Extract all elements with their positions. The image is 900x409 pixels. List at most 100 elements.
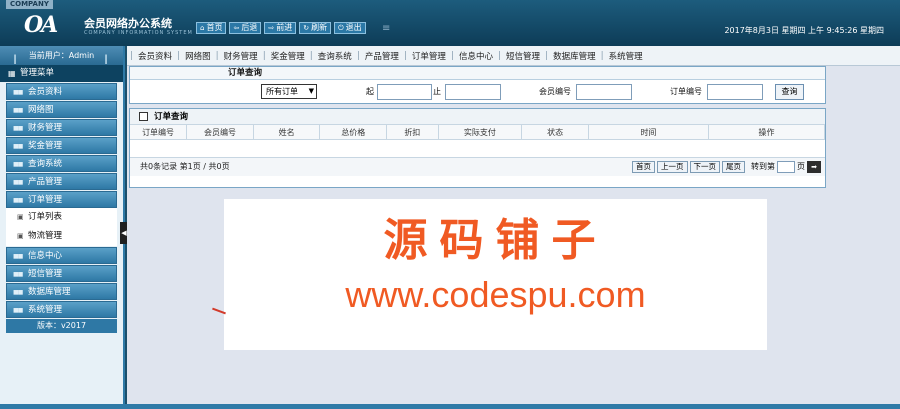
- tab-item[interactable]: 查询系统: [314, 50, 356, 62]
- goto-suffix: 页: [797, 162, 805, 171]
- order-list-panel: 订单查询 订单编号 会员编号 姓名 总价格 折扣 实际支付 状态 时间 操作 共0条记录 第1页…: [129, 108, 826, 188]
- sidebar-item-system[interactable]: ■■ 系统管理: [6, 301, 117, 318]
- tab-item[interactable]: 订单管理: [408, 50, 450, 62]
- sidebar-item-query[interactable]: ■■ 查询系统: [6, 155, 117, 172]
- tab-separator: |: [450, 50, 454, 61]
- column-header[interactable]: 会员编号: [187, 125, 254, 139]
- goto-prefix: 转到第: [751, 162, 775, 171]
- column-header[interactable]: 折扣: [387, 125, 439, 139]
- tab-item[interactable]: 产品管理: [361, 50, 403, 62]
- top-toolbar: ⌂ 首页 ⇦ 后退 ⇨ 前进 ↻ 刷新 ⏻ 退出: [196, 22, 366, 34]
- prev-page-button[interactable]: 上一页: [657, 161, 688, 173]
- sidebar-item-orders[interactable]: ■■ 订单管理: [6, 191, 117, 208]
- date-to-input[interactable]: [445, 84, 501, 100]
- home-button-label: 首页: [206, 23, 223, 32]
- menu-toggle-icon[interactable]: ≡: [382, 23, 390, 34]
- chevron-down-icon: ▼: [308, 87, 314, 95]
- tab-separator: |: [177, 50, 181, 61]
- tab-separator: |: [545, 50, 549, 61]
- sidebar-item-sms[interactable]: ■■ 短信管理: [6, 265, 117, 282]
- sidebar-sub-items: ▣ 订单列表 ▣ 物流管理: [0, 208, 123, 246]
- menu-item-icon: ■■: [13, 307, 23, 314]
- column-header[interactable]: 操作: [709, 125, 826, 139]
- sidebar-item-database[interactable]: ■■ 数据库管理: [6, 283, 117, 300]
- order-id-label: 订单编号: [670, 87, 702, 96]
- tab-item[interactable]: 会员资料: [134, 50, 176, 62]
- menu-header: ▦ 管理菜单: [0, 65, 123, 82]
- sidebar-groups-bottom: ■■ 信息中心 ■■ 短信管理 ■■ 数据库管理 ■■ 系统管理: [0, 247, 123, 318]
- order-list-title: 订单查询: [154, 112, 189, 122]
- tab-item[interactable]: 短信管理: [502, 50, 544, 62]
- order-id-input[interactable]: [707, 84, 763, 100]
- menu-item-icon: ■■: [13, 271, 23, 278]
- sidebar-item-label: 奖金管理: [28, 141, 63, 151]
- record-info: 共0条记录 第1页 / 共0页: [140, 162, 230, 171]
- sidebar-item-bonus[interactable]: ■■ 奖金管理: [6, 137, 117, 154]
- menu-item-icon: ■■: [13, 161, 23, 168]
- search-panel-title: 订单查询: [130, 67, 825, 80]
- goto-page-input[interactable]: [777, 161, 795, 173]
- tab-separator: |: [403, 50, 407, 61]
- column-header[interactable]: 订单编号: [130, 125, 188, 139]
- next-page-button[interactable]: 下一页: [689, 161, 720, 173]
- tab-item[interactable]: 信息中心: [455, 50, 497, 62]
- column-header[interactable]: 姓名: [254, 125, 321, 139]
- sidebar-groups-top: ■■ 会员资料 ■■ 网络图 ■■ 财务管理 ■■ 奖金管理 ■■ 查询系统 ■■ 产品管理 ■■ 订单管…: [0, 83, 123, 208]
- sidebar-item-finance[interactable]: ■■ 财务管理: [6, 119, 117, 136]
- sidebar-item-label: 数据库管理: [28, 287, 71, 297]
- sidebar-item-label: 网络图: [28, 105, 54, 115]
- order-status-select[interactable]: 所有订单 ▼: [261, 84, 317, 99]
- table-row: [130, 140, 825, 158]
- refresh-button[interactable]: ↻ 刷新: [299, 22, 332, 34]
- watermark-cn: 源码铺子: [383, 215, 608, 266]
- order-status-value: 所有订单: [266, 87, 298, 96]
- sidebar-item-label: 财务管理: [28, 123, 63, 133]
- tab-bar: | 会员资料 | 网络图 | 财务管理 | 奖金管理 | 查询系统 | 产品管理 | 订单管理 | 信息中心 |…: [127, 46, 900, 66]
- tab-item[interactable]: 系统管理: [605, 50, 647, 62]
- menu-header-label: 管理菜单: [20, 68, 55, 78]
- sidebar-item-label: 短信管理: [28, 269, 63, 279]
- column-header[interactable]: 总价格: [320, 125, 388, 139]
- date-from-label: 起: [366, 87, 374, 96]
- menu-item-icon: ■■: [13, 253, 23, 260]
- back-button[interactable]: ⇦ 后退: [229, 22, 262, 34]
- sidebar-item-members[interactable]: ■■ 会员资料: [6, 83, 117, 100]
- sidebar-item-label: 订单管理: [28, 195, 63, 205]
- tab-item[interactable]: 奖金管理: [267, 50, 309, 62]
- tab-item[interactable]: 数据库管理: [549, 50, 600, 62]
- column-header[interactable]: 时间: [589, 125, 709, 139]
- sidebar-subitem-order-list[interactable]: ▣ 订单列表: [6, 208, 117, 227]
- power-icon: ⏻: [338, 24, 344, 32]
- current-user-bar: ┃ 当前用户：Admin ┃: [0, 46, 123, 65]
- home-icon: ⌂: [200, 24, 205, 32]
- sidebar-subitem-logistics[interactable]: ▣ 物流管理: [6, 227, 117, 246]
- forward-button[interactable]: ⇨ 前进: [264, 22, 297, 34]
- date-from-input[interactable]: [377, 84, 432, 100]
- refresh-icon: ↻: [303, 24, 310, 32]
- pager-bar: 共0条记录 第1页 / 共0页 首页 上一页 下一页 尾页 转到第 页 ➡: [130, 158, 825, 176]
- datetime-display: 2017年8月3日 星期四 上午 9:45:26 星期四: [724, 26, 884, 35]
- logout-button[interactable]: ⏻ 退出: [334, 22, 366, 34]
- column-header[interactable]: 实际支付: [439, 125, 523, 139]
- forward-icon: ⇨: [268, 24, 275, 32]
- first-page-button[interactable]: 首页: [632, 161, 655, 173]
- tab-separator: |: [215, 50, 219, 61]
- search-button[interactable]: 查询: [775, 84, 804, 100]
- sidebar-item-messages[interactable]: ■■ 信息中心: [6, 247, 117, 264]
- menu-item-icon: ■■: [13, 289, 23, 296]
- go-arrow-icon[interactable]: ➡: [807, 161, 821, 173]
- column-header[interactable]: 状态: [522, 125, 589, 139]
- home-button[interactable]: ⌂ 首页: [196, 22, 227, 34]
- tab-item[interactable]: 财务管理: [220, 50, 262, 62]
- member-id-input[interactable]: [576, 84, 632, 100]
- pin-icon: ┃: [12, 55, 18, 64]
- tab-separator: |: [356, 50, 360, 61]
- last-page-button[interactable]: 尾页: [722, 161, 745, 173]
- sidebar-item-products[interactable]: ■■ 产品管理: [6, 173, 117, 190]
- sidebar-item-network[interactable]: ■■ 网络图: [6, 101, 117, 118]
- company-tag: COMPANY: [6, 0, 53, 9]
- document-icon: ▣: [17, 232, 24, 240]
- tab-item[interactable]: 网络图: [181, 50, 215, 62]
- pin-icon: ┃: [103, 55, 109, 64]
- watermark-url: www.codespu.com: [345, 274, 646, 315]
